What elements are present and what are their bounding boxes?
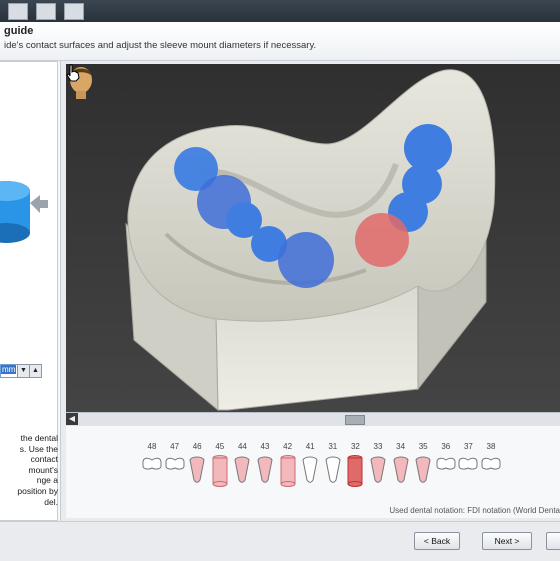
help-line: the dental bbox=[20, 433, 58, 443]
toolbar-button[interactable] bbox=[8, 3, 28, 20]
tooth-38[interactable] bbox=[480, 454, 502, 488]
viewport-scrollbar[interactable]: ◀ bbox=[66, 412, 560, 426]
notation-text: Used dental notation: FDI notation (Worl… bbox=[389, 506, 560, 515]
back-button[interactable]: < Back bbox=[414, 532, 460, 550]
help-line: s. Use the bbox=[19, 443, 58, 454]
tooth-42[interactable] bbox=[277, 454, 299, 488]
scroll-thumb[interactable] bbox=[345, 415, 365, 425]
tooth-32[interactable] bbox=[344, 454, 366, 488]
help-text: the dental s. Use the contact mount's ng… bbox=[2, 433, 58, 507]
tooth-35[interactable] bbox=[412, 454, 434, 488]
tooth-number: 48 bbox=[147, 442, 157, 451]
tooth-number: 41 bbox=[305, 442, 315, 451]
tooth-number: 38 bbox=[486, 442, 496, 451]
tooth-number: 37 bbox=[463, 442, 473, 451]
help-line: nge a bbox=[36, 475, 58, 486]
help-line: position by bbox=[17, 485, 58, 496]
tooth-number: 45 bbox=[215, 442, 225, 451]
tooth-number: 32 bbox=[350, 442, 360, 451]
toolbar-button[interactable] bbox=[64, 3, 84, 20]
help-line: del. bbox=[44, 496, 58, 507]
tooth-34[interactable] bbox=[390, 454, 412, 488]
wizard-header: guide ide's contact surfaces and adjust … bbox=[0, 22, 560, 61]
tooth-44[interactable] bbox=[231, 454, 253, 488]
tooth-number: 47 bbox=[170, 442, 180, 451]
tooth-37[interactable] bbox=[457, 454, 479, 488]
tooth-number: 31 bbox=[328, 442, 338, 451]
tooth-47[interactable] bbox=[164, 454, 186, 488]
tooth-number: 42 bbox=[283, 442, 293, 451]
instruction-text: ide's contact surfaces and adjust the sl… bbox=[4, 40, 317, 51]
left-panel: mm ▼ ▲ the dental s. Use the contact mou… bbox=[0, 61, 61, 521]
help-line: mount's bbox=[28, 464, 59, 475]
finish-button[interactable] bbox=[546, 532, 560, 550]
tooth-31[interactable] bbox=[322, 454, 344, 488]
wizard-footer: < Back Next > bbox=[0, 521, 560, 561]
tooth-number: 43 bbox=[260, 442, 270, 451]
dental-model-render bbox=[66, 64, 560, 412]
diameter-up-button[interactable]: ▲ bbox=[29, 364, 42, 378]
hand-cursor-icon bbox=[66, 64, 80, 82]
tooth-41[interactable] bbox=[299, 454, 321, 488]
tooth-43[interactable] bbox=[254, 454, 276, 488]
page-title: guide bbox=[4, 25, 34, 37]
toolbar-button[interactable] bbox=[36, 3, 56, 20]
diameter-input[interactable]: mm bbox=[0, 364, 18, 378]
tooth-number: 34 bbox=[396, 442, 406, 451]
tooth-number: 35 bbox=[418, 442, 428, 451]
scroll-left-icon[interactable]: ◀ bbox=[66, 413, 78, 425]
tooth-33[interactable] bbox=[367, 454, 389, 488]
tooth-number: 44 bbox=[237, 442, 247, 451]
tooth-46[interactable] bbox=[186, 454, 208, 488]
tooth-number: 36 bbox=[441, 442, 451, 451]
diameter-value: mm bbox=[1, 365, 17, 374]
3d-viewport[interactable] bbox=[66, 64, 560, 412]
help-line: contact bbox=[30, 454, 58, 465]
tooth-45[interactable] bbox=[209, 454, 231, 488]
tooth-number: 33 bbox=[373, 442, 383, 451]
sleeve-cylinder-icon bbox=[0, 181, 48, 243]
tooth-number: 46 bbox=[192, 442, 202, 451]
next-button[interactable]: Next > bbox=[482, 532, 532, 550]
tooth-48[interactable] bbox=[141, 454, 163, 488]
tooth-chart[interactable]: Used dental notation: FDI notation (Worl… bbox=[66, 426, 560, 518]
top-toolbar bbox=[0, 0, 560, 23]
tooth-36[interactable] bbox=[435, 454, 457, 488]
